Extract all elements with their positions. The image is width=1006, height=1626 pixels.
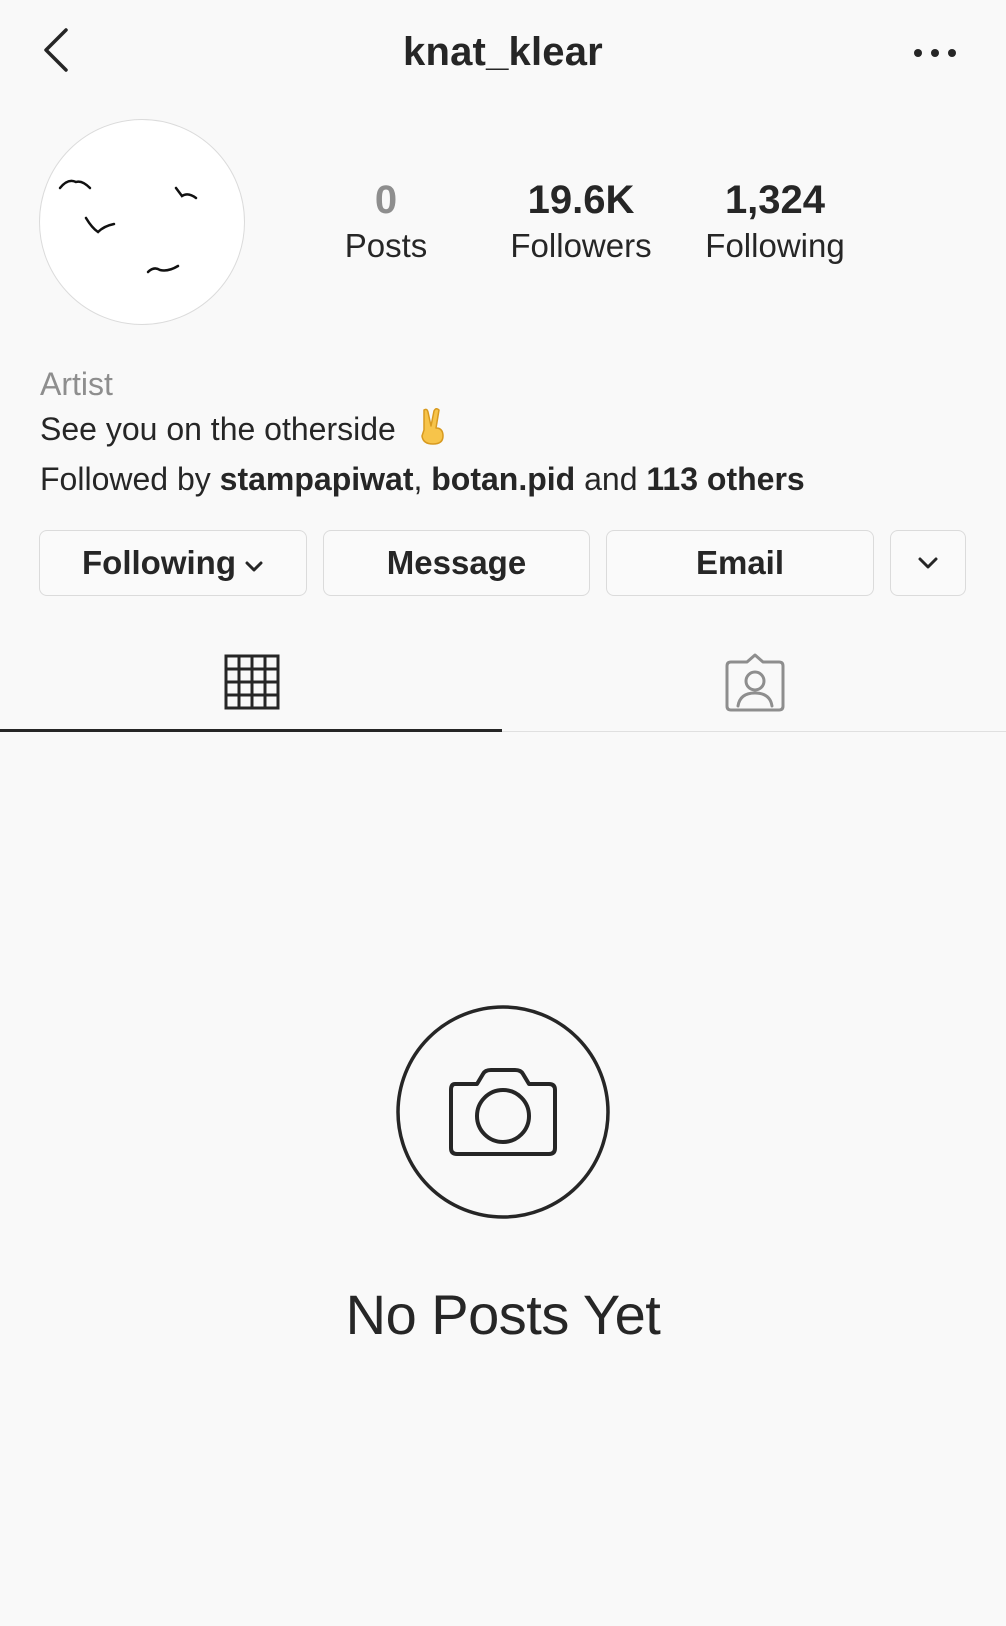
more-options-button[interactable] xyxy=(912,36,958,70)
message-button-label: Message xyxy=(386,544,527,581)
active-tab-indicator xyxy=(0,729,502,732)
profile-header: knat_klear xyxy=(0,0,1006,110)
birds-illustration xyxy=(58,179,198,274)
chevron-down-icon xyxy=(244,544,264,582)
email-button-label: Email xyxy=(695,544,785,581)
following-stat[interactable]: 1,324 Following xyxy=(705,176,844,266)
page-title: knat_klear xyxy=(403,30,603,74)
victory-hand-emoji-icon xyxy=(415,406,449,457)
tab-tagged[interactable] xyxy=(503,632,1006,732)
posts-label: Posts xyxy=(344,227,428,264)
followed-by-and: and xyxy=(584,461,638,497)
chevron-down-icon xyxy=(918,557,938,569)
followers-stat[interactable]: 19.6K Followers xyxy=(510,176,651,266)
category-label: Artist xyxy=(40,366,113,402)
followed-by-line[interactable]: Followed by stampapiwat, botan.pid and 1… xyxy=(40,457,970,501)
followed-by-prefix: Followed by xyxy=(40,461,211,497)
followers-label: Followers xyxy=(510,227,652,264)
empty-state: No Posts Yet xyxy=(0,1004,1006,1347)
followed-by-others[interactable]: 113 others xyxy=(646,461,804,497)
following-button[interactable]: Following xyxy=(39,530,307,596)
followers-count: 19.6K xyxy=(527,178,635,222)
followed-by-user-2[interactable]: botan.pid xyxy=(431,461,575,497)
avatar[interactable] xyxy=(39,119,245,325)
tagged-person-icon xyxy=(725,653,784,712)
empty-state-text: No Posts Yet xyxy=(345,1283,661,1346)
message-button[interactable]: Message xyxy=(323,530,590,596)
following-button-label: Following xyxy=(82,544,236,581)
bio-text: See you on the otherside xyxy=(40,410,396,447)
grid-icon xyxy=(224,654,279,710)
more-horizontal-icon xyxy=(914,49,956,57)
profile-tabs xyxy=(0,632,1006,732)
suggested-dropdown-button[interactable] xyxy=(890,530,966,596)
email-button[interactable]: Email xyxy=(606,530,874,596)
posts-count: 0 xyxy=(374,178,398,222)
followed-by-sep: , xyxy=(413,461,423,497)
posts-stat: 0 Posts xyxy=(345,176,428,266)
followed-by-user-1[interactable]: stampapiwat xyxy=(220,461,414,497)
following-count: 1,324 xyxy=(724,178,826,222)
following-label: Following xyxy=(705,227,845,264)
tab-grid[interactable] xyxy=(0,632,503,732)
bio-section: Artist See you on the otherside Followed… xyxy=(40,362,970,501)
bio-text-line: See you on the otherside xyxy=(40,406,970,457)
camera-icon xyxy=(396,1005,610,1219)
